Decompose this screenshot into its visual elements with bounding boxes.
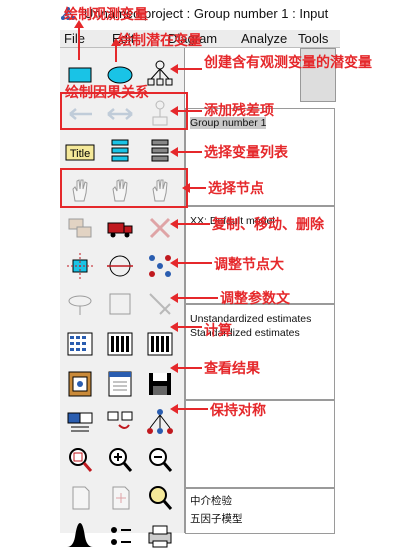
- menu-file[interactable]: File: [64, 31, 85, 46]
- file-item[interactable]: 中介检验: [190, 493, 232, 508]
- analysis-properties-icon[interactable]: [102, 366, 138, 402]
- annotation-arrow: [170, 147, 202, 157]
- annotation-arrow: [182, 183, 206, 193]
- select-tools-highlight: [60, 168, 188, 208]
- annotation-create-observed-latent: 创建含有观测变量的潜变量: [204, 54, 372, 70]
- annotation-arrow: [170, 363, 202, 373]
- annotation-add-residual: 添加残差项: [204, 102, 274, 118]
- files-panel: 中介检验 五因子模型: [185, 488, 335, 534]
- rotate-icon[interactable]: [62, 286, 98, 322]
- annotation-arrow: [170, 404, 208, 414]
- page-icon[interactable]: [62, 480, 98, 516]
- title-icon[interactable]: Title: [62, 134, 98, 170]
- annotation-arrow: [111, 38, 121, 62]
- annotation-select-var-list: 选择变量列表: [204, 144, 288, 160]
- print-icon[interactable]: [142, 518, 178, 554]
- scroll-icon[interactable]: [142, 286, 178, 322]
- annotation-arrow: [170, 322, 202, 332]
- annotation-copy-move-delete: 复制、移动、删除: [212, 216, 324, 232]
- zoom-in-icon[interactable]: [62, 442, 98, 478]
- svg-text:Title: Title: [70, 148, 90, 160]
- multiple-group-icon[interactable]: [102, 518, 138, 554]
- annotation-arrow: [170, 64, 202, 74]
- zoom-out-icon[interactable]: [142, 442, 178, 478]
- annotation-select-nodes: 选择节点: [208, 180, 264, 196]
- object-properties-icon[interactable]: [62, 404, 98, 440]
- data-files-icon[interactable]: [62, 366, 98, 402]
- drag-properties-icon[interactable]: [102, 404, 138, 440]
- fit-page-icon[interactable]: [102, 480, 138, 516]
- estimates-panel: Unstandardized estimates Standardized es…: [185, 304, 335, 400]
- move-icon[interactable]: [102, 210, 138, 246]
- annotation-view-results: 查看结果: [204, 360, 260, 376]
- annotation-draw-causal: 绘制因果关系: [65, 84, 149, 100]
- annotation-arrow: [74, 20, 84, 60]
- view-text-icon[interactable]: [102, 326, 138, 362]
- menu-analyze[interactable]: Analyze: [241, 31, 287, 46]
- annotation-compute: 计算: [204, 322, 232, 338]
- file-item[interactable]: 五因子模型: [190, 511, 243, 526]
- menu-tools[interactable]: Tools: [298, 31, 328, 46]
- move-parameter-icon[interactable]: [62, 248, 98, 284]
- annotation-arrow: [170, 106, 202, 116]
- list-variables-model-icon[interactable]: [102, 134, 138, 170]
- touch-up-icon[interactable]: [102, 286, 138, 322]
- shape-icon[interactable]: [102, 248, 138, 284]
- annotation-arrow: [170, 219, 210, 229]
- calculate-estimates-icon[interactable]: [62, 326, 98, 362]
- title-bar: Unnamed project : Group number 1 : Input: [0, 0, 400, 30]
- zoom-icon[interactable]: [102, 442, 138, 478]
- duplicate-icon[interactable]: [62, 210, 98, 246]
- annotation-draw-latent: 绘制潜在变量: [118, 32, 202, 48]
- annotation-arrow: [170, 258, 212, 268]
- annotation-arrow: [170, 293, 218, 303]
- annotation-adjust-node-size: 调整节点大: [214, 256, 284, 272]
- bayesian-icon[interactable]: [62, 518, 98, 554]
- loupe-icon[interactable]: [142, 480, 178, 516]
- annotation-adjust-param-text: 调整参数文: [220, 290, 290, 306]
- annotation-keep-symmetric: 保持对称: [210, 402, 266, 418]
